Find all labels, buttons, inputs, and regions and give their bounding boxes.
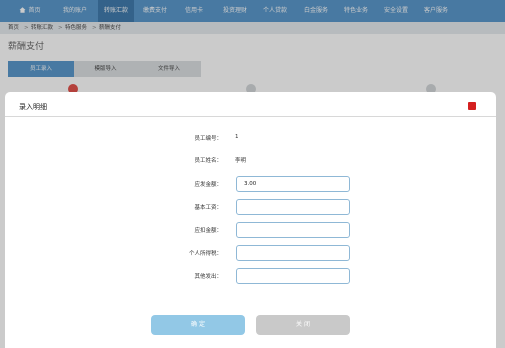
deduction-input[interactable] [236, 222, 350, 238]
employee-name-value: 李明 [235, 158, 247, 164]
modal-divider [5, 116, 496, 117]
entry-detail-modal: 录入明细 [5, 92, 496, 348]
base-salary-label: 基本工资： [194, 205, 222, 211]
modal-title: 录入明细 [19, 103, 47, 111]
confirm-button[interactable]: 确 定 [151, 315, 245, 335]
deduction-label: 应扣金额： [194, 228, 222, 234]
base-salary-input[interactable] [236, 199, 350, 215]
employee-id-label: 员工编号： [194, 136, 222, 142]
employee-id-value: 1 [235, 134, 239, 140]
employee-name-label: 员工姓名： [194, 158, 222, 164]
close-button[interactable] [468, 102, 476, 116]
other-pay-label: 其他发出： [194, 274, 222, 280]
income-tax-label: 个人所得税： [188, 251, 222, 257]
gross-pay-label: 应发金额： [194, 182, 222, 188]
income-tax-input[interactable] [236, 245, 350, 261]
other-pay-input[interactable] [236, 268, 350, 284]
cancel-button[interactable]: 关 闭 [256, 315, 350, 335]
gross-pay-input[interactable]: 3.00 [236, 176, 350, 192]
